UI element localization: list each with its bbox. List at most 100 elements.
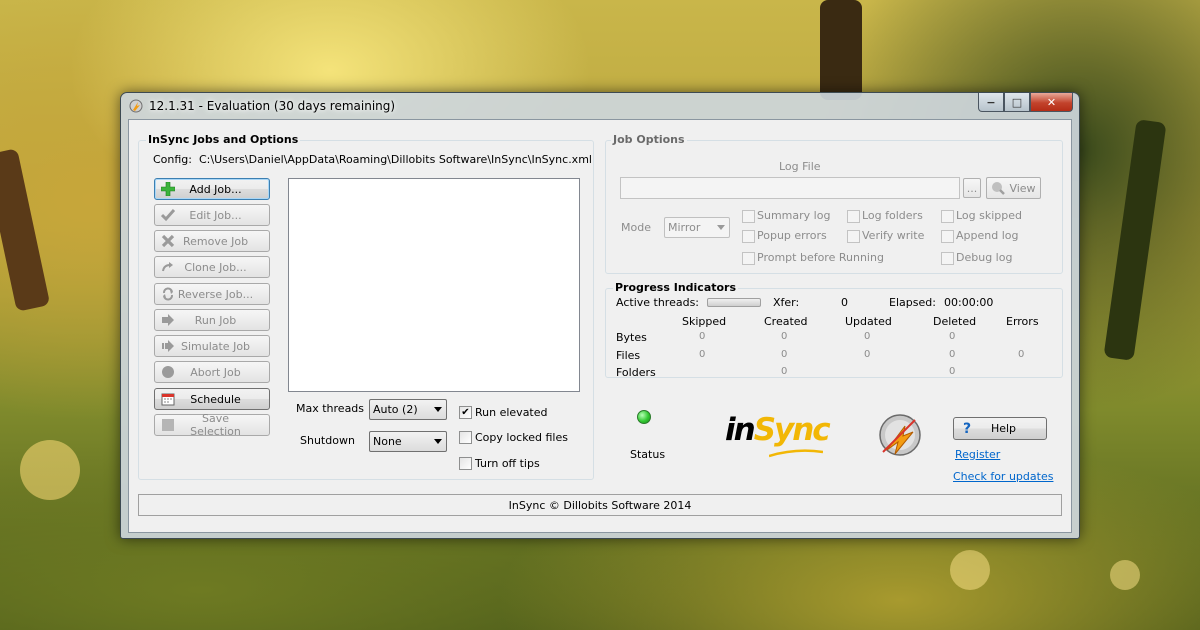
chevron-down-icon bbox=[717, 225, 725, 230]
popup-errors-label: Popup errors bbox=[757, 229, 827, 242]
log-skipped-checkbox[interactable] bbox=[941, 210, 954, 223]
bytes-skipped: 0 bbox=[699, 331, 706, 342]
elapsed-label: Elapsed: bbox=[889, 296, 936, 309]
shutdown-label: Shutdown bbox=[300, 434, 355, 447]
config-label: Config: bbox=[153, 153, 192, 166]
elapsed-value: 00:00:00 bbox=[944, 296, 994, 309]
close-button[interactable]: ✕ bbox=[1030, 93, 1073, 112]
bytes-updated: 0 bbox=[864, 331, 871, 342]
minimize-button[interactable]: − bbox=[978, 93, 1004, 112]
logo-swoosh bbox=[769, 449, 823, 458]
row-folders-label: Folders bbox=[616, 366, 656, 379]
log-folders-checkbox[interactable] bbox=[847, 210, 860, 223]
add-job-button[interactable]: Add Job... bbox=[154, 178, 270, 200]
run-job-button[interactable]: Run Job bbox=[154, 309, 270, 331]
shutdown-value: None bbox=[373, 435, 402, 448]
append-log-checkbox[interactable] bbox=[941, 230, 954, 243]
active-threads-bar bbox=[707, 298, 761, 307]
run-job-label: Run Job bbox=[194, 313, 237, 327]
progress-title: Progress Indicators bbox=[613, 281, 739, 294]
x-icon bbox=[160, 233, 176, 249]
job-options-title: Job Options bbox=[611, 133, 687, 146]
copy-locked-files-checkbox[interactable] bbox=[459, 431, 472, 444]
background-bokeh bbox=[20, 440, 80, 500]
turn-off-tips-checkbox[interactable] bbox=[459, 457, 472, 470]
bytes-deleted: 0 bbox=[949, 331, 956, 342]
simulate-job-label: Simulate Job bbox=[180, 339, 251, 353]
abort-job-label: Abort Job bbox=[190, 365, 241, 379]
run-elevated-label: Run elevated bbox=[475, 406, 548, 419]
app-icon bbox=[129, 99, 143, 113]
max-threads-value: Auto (2) bbox=[373, 403, 418, 416]
chevron-down-icon bbox=[434, 407, 442, 412]
col-skipped: Skipped bbox=[682, 315, 727, 328]
files-updated: 0 bbox=[864, 349, 871, 360]
chevron-down-icon bbox=[434, 439, 442, 444]
abort-job-button[interactable]: Abort Job bbox=[154, 361, 270, 383]
log-folders-label: Log folders bbox=[862, 209, 923, 222]
view-log-button[interactable]: View bbox=[986, 177, 1041, 199]
background-bokeh bbox=[1110, 560, 1140, 590]
register-link[interactable]: Register bbox=[955, 448, 1000, 461]
footer-text: InSync © Dillobits Software 2014 bbox=[508, 498, 692, 512]
log-file-label: Log File bbox=[779, 160, 821, 173]
debug-log-checkbox[interactable] bbox=[941, 252, 954, 265]
col-updated: Updated bbox=[845, 315, 892, 328]
verify-write-label: Verify write bbox=[862, 229, 925, 242]
plus-icon bbox=[160, 181, 176, 197]
insync-logo: inSync bbox=[725, 412, 831, 448]
popup-errors-checkbox[interactable] bbox=[742, 230, 755, 243]
schedule-button[interactable]: Schedule bbox=[154, 388, 270, 410]
help-button[interactable]: ? Help bbox=[953, 417, 1047, 440]
summary-log-checkbox[interactable] bbox=[742, 210, 755, 223]
save-selection-label: Save Selection bbox=[190, 412, 241, 438]
curve-arrow-icon bbox=[160, 259, 176, 275]
max-threads-label: Max threads bbox=[296, 402, 365, 415]
verify-write-checkbox[interactable] bbox=[847, 230, 860, 243]
summary-log-label: Summary log bbox=[757, 209, 831, 222]
run-elevated-checkbox[interactable]: ✔ bbox=[459, 406, 472, 419]
reverse-job-label: Reverse Job... bbox=[177, 287, 254, 301]
logo-sync: Sync bbox=[753, 412, 831, 448]
remove-job-label: Remove Job bbox=[182, 234, 249, 248]
simulate-job-button[interactable]: Simulate Job bbox=[154, 335, 270, 357]
config-path: C:\Users\Daniel\AppData\Roaming\Dillobit… bbox=[199, 153, 592, 166]
files-skipped: 0 bbox=[699, 349, 706, 360]
prompt-before-running-label: Prompt before Running bbox=[757, 251, 884, 264]
prompt-before-running-checkbox[interactable] bbox=[742, 252, 755, 265]
mode-value: Mirror bbox=[668, 221, 701, 234]
mode-label: Mode bbox=[621, 221, 651, 234]
jobs-group-title: InSync Jobs and Options bbox=[146, 133, 301, 146]
check-updates-link[interactable]: Check for updates bbox=[953, 470, 1053, 483]
footer-bar: InSync © Dillobits Software 2014 bbox=[138, 494, 1062, 516]
clone-job-label: Clone Job... bbox=[184, 260, 247, 274]
remove-job-button[interactable]: Remove Job bbox=[154, 230, 270, 252]
job-list[interactable] bbox=[288, 178, 580, 392]
shutdown-select[interactable]: None bbox=[369, 431, 447, 452]
schedule-label: Schedule bbox=[190, 392, 241, 406]
save-selection-button[interactable]: Save Selection bbox=[154, 412, 270, 438]
check-icon bbox=[160, 207, 176, 223]
log-file-input[interactable] bbox=[620, 177, 960, 199]
help-label: Help bbox=[990, 422, 1017, 435]
reverse-job-button[interactable]: Reverse Job... bbox=[154, 283, 270, 305]
edit-job-button[interactable]: Edit Job... bbox=[154, 204, 270, 226]
copy-locked-files-label: Copy locked files bbox=[475, 431, 568, 444]
mode-select[interactable]: Mirror bbox=[664, 217, 730, 238]
max-threads-select[interactable]: Auto (2) bbox=[369, 399, 447, 420]
status-indicator bbox=[637, 410, 651, 424]
maximize-button[interactable]: □ bbox=[1004, 93, 1030, 112]
square-icon bbox=[160, 417, 176, 433]
stop-icon bbox=[160, 364, 176, 380]
app-window: 12.1.31 - Evaluation (30 days remaining)… bbox=[120, 92, 1080, 539]
client-area: InSync Jobs and Options Config: C:\Users… bbox=[128, 119, 1072, 533]
folders-deleted: 0 bbox=[949, 366, 956, 377]
background-tree-trunk bbox=[0, 148, 51, 312]
refresh-icon bbox=[160, 286, 176, 302]
edit-job-label: Edit Job... bbox=[189, 208, 242, 222]
title-bar[interactable]: 12.1.31 - Evaluation (30 days remaining)… bbox=[121, 93, 1079, 119]
logo-in: in bbox=[725, 412, 756, 448]
log-skipped-label: Log skipped bbox=[956, 209, 1023, 222]
browse-log-button[interactable]: ... bbox=[963, 178, 981, 198]
clone-job-button[interactable]: Clone Job... bbox=[154, 256, 270, 278]
